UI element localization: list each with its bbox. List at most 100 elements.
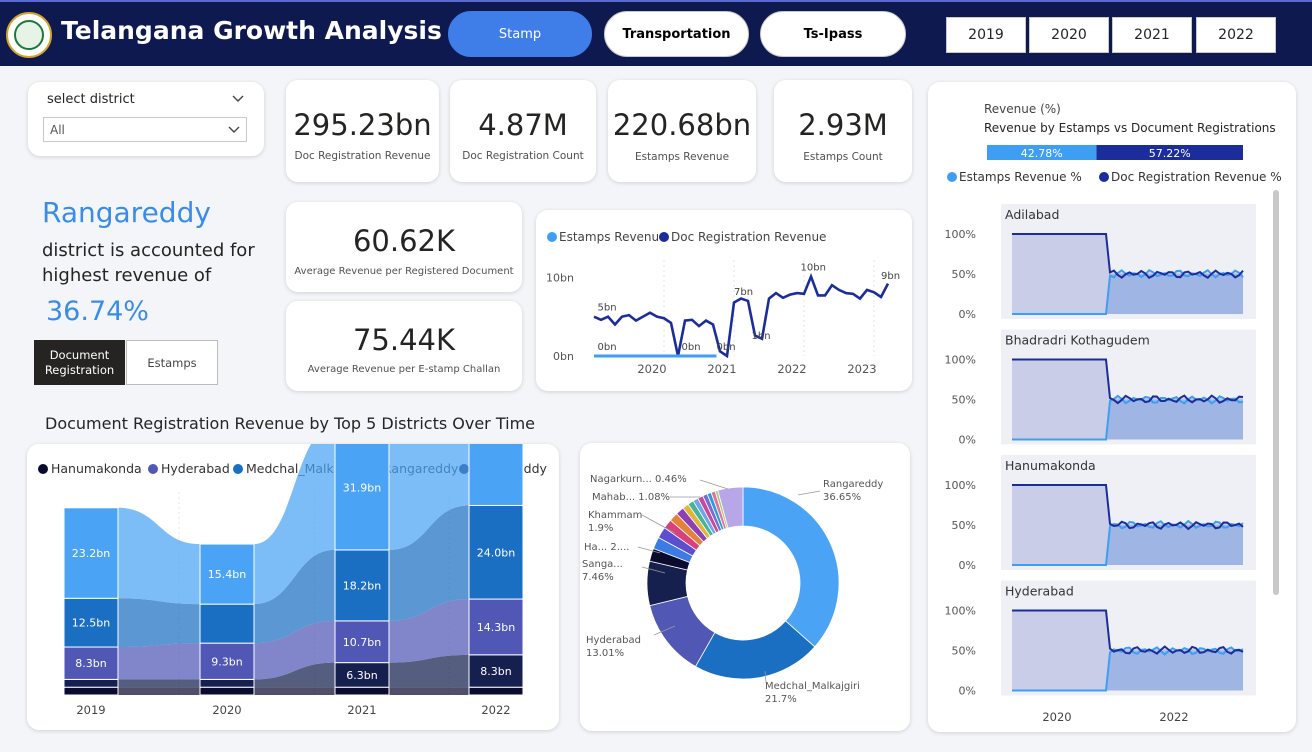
kpi-label: Doc Registration Revenue bbox=[294, 150, 431, 162]
bar-segment-hanumakonda bbox=[63, 686, 119, 696]
data-label: 9bn bbox=[881, 271, 900, 282]
slice-label: 13.01% bbox=[586, 648, 624, 659]
y-tick-label: 0% bbox=[959, 434, 976, 447]
panel-title: Hanumakonda bbox=[1005, 458, 1096, 473]
kpi-avg-rev-doc: 60.62K Average Revenue per Registered Do… bbox=[286, 202, 522, 292]
header-bar: Telangana Growth Analysis Stamp Transpor… bbox=[0, 0, 1312, 66]
kpi-value: 75.44K bbox=[352, 323, 456, 357]
legend-label-estamps: Estamps Revenue bbox=[559, 230, 667, 244]
slice-label: Rangareddy bbox=[823, 479, 883, 490]
kpi-value: 4.87M bbox=[478, 108, 568, 142]
y-tick-label: 0% bbox=[959, 308, 976, 321]
tab-stamp[interactable]: Stamp bbox=[448, 11, 592, 57]
split-label-docreg: 57.22% bbox=[1149, 147, 1191, 160]
leader-line bbox=[699, 479, 729, 490]
y-tick-label: 100% bbox=[945, 228, 976, 241]
data-label: 18.2bn bbox=[343, 579, 381, 592]
legend-dot-estamps bbox=[547, 232, 557, 242]
stacked-chart-title: Document Registration Revenue by Top 5 D… bbox=[45, 414, 535, 433]
revenue-line-chart: Estamps Revenue Doc Registration Revenue 0… bbox=[546, 230, 900, 376]
donut-chart-card: Rangareddy 36.65% Medchal_Malkajgiri 21.7% H… bbox=[580, 443, 910, 731]
estamps-button[interactable]: Estamps bbox=[126, 340, 218, 385]
ribbon-hanumakonda bbox=[254, 687, 335, 695]
small-multiples-chart: Adilabad 100% 50% 0% Bhadradri Kothagudem 100… bbox=[945, 204, 1256, 724]
area-estamps bbox=[1106, 525, 1243, 565]
panel-title: Bhadradri Kothagudem bbox=[1005, 333, 1150, 348]
ribbon-rangareddy bbox=[118, 507, 200, 605]
area-estamps bbox=[1106, 399, 1243, 440]
kpi-label: Estamps Count bbox=[803, 151, 883, 163]
legend-label-docreg: Doc Registration Revenue % bbox=[1111, 170, 1282, 184]
donut-slice bbox=[742, 486, 840, 648]
kpi-doc-reg-revenue: 295.23bn Doc Registration Revenue bbox=[286, 80, 439, 182]
page-title: Telangana Growth Analysis bbox=[61, 16, 442, 45]
y-tick-label: 0% bbox=[959, 559, 976, 572]
slice-label: Hyderabad bbox=[586, 635, 641, 646]
data-label: 10.7bn bbox=[343, 636, 381, 649]
legend-label: Hanumakonda bbox=[51, 461, 142, 476]
kpi-value: 295.23bn bbox=[293, 108, 432, 142]
data-label: 0bn bbox=[717, 342, 736, 353]
x-tick-label: 2022 bbox=[1159, 710, 1188, 724]
district-slicer: select district All bbox=[28, 82, 264, 156]
x-tick-label: 2020 bbox=[637, 362, 666, 376]
year-button-2022[interactable]: 2022 bbox=[1196, 17, 1276, 53]
data-label: 1bn bbox=[752, 331, 771, 342]
document-registration-button[interactable]: Document Registration bbox=[34, 340, 125, 385]
top-district-name: Rangareddy bbox=[42, 196, 211, 229]
legend-dot bbox=[148, 464, 158, 474]
x-tick-label: 2023 bbox=[847, 362, 876, 376]
data-label: 14.3bn bbox=[477, 621, 515, 634]
legend-dot-docreg bbox=[1099, 172, 1109, 182]
kpi-estamps-count: 2.93M Estamps Count bbox=[774, 80, 912, 182]
tab-ts-ipass[interactable]: Ts-Ipass bbox=[760, 11, 906, 57]
stacked-ribbon-chart: HanumakondaHyderabadMedchal_MalkajgiriRa… bbox=[38, 444, 548, 717]
y-tick-label: 50% bbox=[952, 519, 976, 532]
ribbon-hyderabad bbox=[118, 643, 200, 680]
panel-title: Hyderabad bbox=[1005, 584, 1074, 599]
legend-label-docreg: Doc Registration Revenue bbox=[671, 230, 826, 244]
kpi-value: 2.93M bbox=[798, 108, 888, 142]
ribbon-medchal bbox=[118, 598, 200, 648]
slice-label: Medchal_Malkajgiri bbox=[765, 681, 860, 692]
y-tick-label: 0% bbox=[959, 685, 976, 698]
y-tick-label: 100% bbox=[945, 354, 976, 367]
tab-transportation[interactable]: Transportation bbox=[604, 11, 749, 57]
chevron-up-icon[interactable] bbox=[232, 95, 244, 103]
ribbon-hanumakonda bbox=[389, 687, 469, 695]
x-tick-label: 2020 bbox=[212, 703, 241, 717]
ribbon-sangareddy bbox=[118, 679, 200, 688]
x-tick-label: 2020 bbox=[1042, 710, 1071, 724]
telangana-emblem-logo bbox=[6, 12, 52, 58]
dropdown-value: All bbox=[50, 123, 65, 137]
x-tick-label: 2022 bbox=[481, 703, 510, 717]
ribbon-hanumakonda bbox=[118, 687, 200, 695]
slice-label: Ha... 2.... bbox=[584, 542, 629, 553]
right-panel-card: Revenue (%) Revenue by Estamps vs Docume… bbox=[928, 82, 1296, 732]
data-label: 0bn bbox=[598, 342, 617, 353]
y-tick-label: 100% bbox=[945, 479, 976, 492]
kpi-label: Estamps Revenue bbox=[634, 151, 730, 163]
kpi-doc-reg-count: 4.87M Doc Registration Count bbox=[450, 80, 596, 182]
scrollbar[interactable] bbox=[1273, 190, 1279, 595]
data-label: 6.3bn bbox=[346, 669, 377, 682]
y-tick-label: 50% bbox=[952, 645, 976, 658]
data-label: 10bn bbox=[801, 263, 826, 274]
y-tick-label: 10bn bbox=[546, 271, 574, 284]
area-estamps bbox=[1106, 650, 1243, 691]
legend-label: Hyderabad bbox=[161, 461, 230, 476]
legend-label-estamps: Estamps Revenue % bbox=[959, 170, 1082, 184]
bar-segment-hanumakonda bbox=[334, 686, 390, 696]
legend-dot-estamps bbox=[947, 172, 957, 182]
district-dropdown[interactable]: All bbox=[43, 117, 247, 142]
year-button-2019[interactable]: 2019 bbox=[946, 17, 1026, 53]
data-label: 23.2bn bbox=[72, 547, 110, 560]
highlight-text-1: district is accounted for bbox=[42, 240, 255, 261]
y-tick-label: 100% bbox=[945, 605, 976, 618]
year-button-2021[interactable]: 2021 bbox=[1112, 17, 1192, 53]
chevron-down-icon bbox=[228, 126, 240, 133]
kpi-avg-rev-estamp: 75.44K Average Revenue per E-stamp Chall… bbox=[286, 301, 522, 391]
highlight-text-2: highest revenue of bbox=[42, 265, 212, 286]
year-button-2020[interactable]: 2020 bbox=[1029, 17, 1109, 53]
data-label: 5bn bbox=[598, 303, 617, 314]
